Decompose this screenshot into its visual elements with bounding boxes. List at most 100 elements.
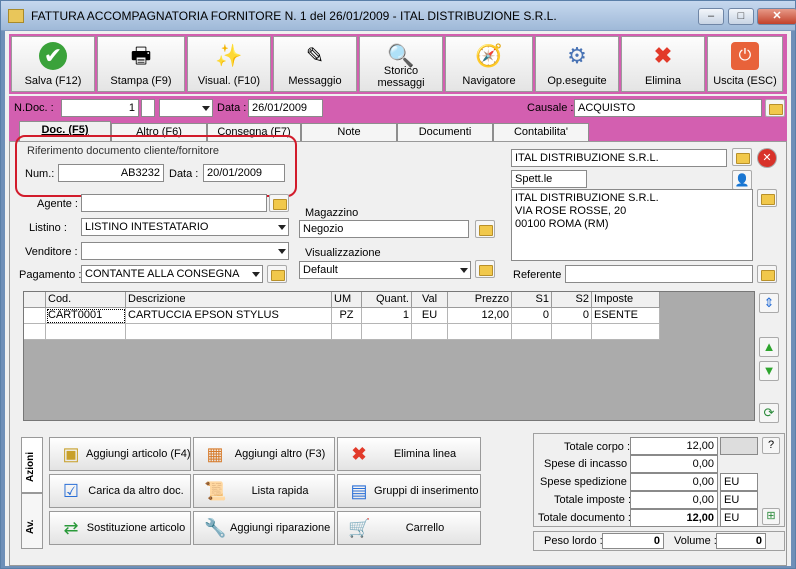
tab-contabilita[interactable]: Contabilita' — [493, 123, 589, 141]
cell-empty[interactable] — [46, 324, 126, 340]
cell-empty[interactable] — [552, 324, 592, 340]
maximize-button[interactable]: □ — [728, 8, 754, 25]
preview-button[interactable]: ✨ Visual. (F10) — [187, 36, 271, 92]
delete-line-button[interactable]: ✖ Elimina linea — [337, 437, 481, 471]
power-icon: ⏻ — [731, 42, 759, 70]
visualizzazione-dropdown[interactable]: Default — [299, 261, 471, 279]
listino-label: Listino : — [29, 222, 67, 234]
venditore-label: Venditore : — [25, 246, 78, 258]
exit-button[interactable]: ⏻ Uscita (ESC) — [707, 36, 783, 92]
referente-folder-icon[interactable] — [757, 265, 777, 283]
date-field[interactable]: 26/01/2009 — [248, 99, 323, 117]
cell-imposte[interactable]: ESENTE — [592, 308, 660, 324]
minimize-button[interactable]: – — [698, 8, 724, 25]
magazzino-folder-icon[interactable] — [475, 220, 495, 238]
cell-empty[interactable] — [592, 324, 660, 340]
riferimento-title: Riferimento documento cliente/fornitore — [27, 145, 219, 157]
col-header-s2[interactable]: S2 — [552, 292, 592, 308]
cell-s2[interactable]: 0 — [552, 308, 592, 324]
visualizzazione-folder-icon[interactable] — [475, 260, 495, 278]
ref-date-field[interactable]: 20/01/2009 — [203, 164, 285, 182]
totale-imposte-field: 0,00 — [630, 491, 718, 509]
listino-dropdown[interactable]: LISTINO INTESTATARIO — [81, 218, 289, 236]
ndoc-suffix-field[interactable] — [141, 99, 155, 117]
close-window-button[interactable]: ✕ — [757, 8, 796, 25]
referente-field[interactable] — [565, 265, 753, 283]
col-header-descrizione[interactable]: Descrizione — [126, 292, 332, 308]
tab-documenti[interactable]: Documenti — [397, 123, 493, 141]
address-folder-icon[interactable] — [757, 189, 777, 207]
cell-empty[interactable] — [126, 324, 332, 340]
operations-button[interactable]: ⚙ Op.eseguite — [535, 36, 619, 92]
ref-num-field[interactable]: AB3232 — [58, 164, 164, 182]
quick-list-button[interactable]: 📜 Lista rapida — [193, 474, 335, 508]
move-up-icon[interactable]: ▲ — [759, 337, 779, 357]
delete-button[interactable]: ✖ Elimina — [621, 36, 705, 92]
checkmark-icon: ✔ — [39, 42, 67, 70]
peso-lordo-field[interactable]: 0 — [602, 533, 664, 549]
col-header-s1[interactable]: S1 — [512, 292, 552, 308]
tab-av[interactable]: Av. — [21, 493, 43, 549]
cliente-folder-icon[interactable] — [732, 148, 752, 166]
cell-quant[interactable]: 1 — [362, 308, 412, 324]
refresh-icon[interactable]: ⟳ — [759, 403, 779, 423]
agente-folder-icon[interactable] — [269, 194, 289, 212]
boxes-icon: ▤ — [350, 481, 368, 501]
cell-s1[interactable]: 0 — [512, 308, 552, 324]
grid-add-icon: ▦ — [206, 444, 224, 464]
col-header-um[interactable]: UM — [332, 292, 362, 308]
cliente-address: ITAL DISTRIBUZIONE S.R.L. VIA ROSE ROSSE… — [511, 189, 753, 261]
load-from-doc-button[interactable]: ☑ Carica da altro doc. — [49, 474, 191, 508]
pagamento-folder-icon[interactable] — [267, 265, 287, 283]
cell-empty[interactable] — [448, 324, 512, 340]
ndoc-field[interactable]: 1 — [61, 99, 139, 117]
row-selector[interactable] — [24, 324, 46, 340]
move-down-icon[interactable]: ▼ — [759, 361, 779, 381]
cell-empty[interactable] — [362, 324, 412, 340]
spese-spedizione-field[interactable]: 0,00 — [630, 473, 718, 491]
cell-prezzo[interactable]: 12,00 — [448, 308, 512, 324]
spese-incasso-field[interactable]: 0,00 — [630, 455, 718, 473]
row-selector[interactable] — [24, 308, 46, 324]
pagamento-dropdown[interactable]: CONTANTE ALLA CONSEGNA — [81, 265, 263, 283]
message-button[interactable]: ✎ Messaggio — [273, 36, 357, 92]
col-header-imposte[interactable]: Imposte — [592, 292, 660, 308]
add-other-button[interactable]: ▦ Aggiungi altro (F3) — [193, 437, 335, 471]
cell-val[interactable]: EU — [412, 308, 448, 324]
col-header-val[interactable]: Val — [412, 292, 448, 308]
cell-cod[interactable]: CART0001 — [46, 308, 126, 324]
ndoc-series-dropdown[interactable] — [159, 99, 213, 117]
spett-field[interactable]: Spett.le — [511, 170, 587, 188]
venditore-dropdown[interactable] — [81, 242, 289, 260]
tab-note[interactable]: Note — [301, 123, 397, 141]
cell-empty[interactable] — [412, 324, 448, 340]
print-button[interactable]: 🖶 Stampa (F9) — [97, 36, 185, 92]
insert-groups-button[interactable]: ▤ Gruppi di inserimento — [337, 474, 481, 508]
magazzino-field[interactable]: Negozio — [299, 220, 469, 238]
sort-updown-icon[interactable]: ⇕ — [759, 293, 779, 313]
clear-cliente-icon[interactable]: ✕ — [757, 148, 777, 168]
save-button[interactable]: ✔ Salva (F12) — [11, 36, 95, 92]
col-header-cod[interactable]: Cod. — [46, 292, 126, 308]
causale-folder-icon[interactable] — [765, 99, 785, 117]
causale-field[interactable]: ACQUISTO — [574, 99, 762, 117]
navigator-button[interactable]: 🧭 Navigatore — [445, 36, 533, 92]
help-button[interactable]: ? — [762, 437, 780, 454]
message-history-button[interactable]: 🔍 Storico messaggi — [359, 36, 443, 92]
replace-article-button[interactable]: ⇄ Sostituzione articolo — [49, 511, 191, 545]
cliente-name-field[interactable]: ITAL DISTRIBUZIONE S.R.L. — [511, 149, 727, 167]
col-header-quant[interactable]: Quant. — [362, 292, 412, 308]
add-repair-button[interactable]: 🔧 Aggiungi riparazione — [193, 511, 335, 545]
col-header-prezzo[interactable]: Prezzo — [448, 292, 512, 308]
agente-field[interactable] — [81, 194, 267, 212]
cell-empty[interactable] — [332, 324, 362, 340]
cell-empty[interactable] — [512, 324, 552, 340]
cart-button[interactable]: 🛒 Carrello — [337, 511, 481, 545]
calculator-icon[interactable]: ⊞ — [762, 508, 780, 525]
tab-azioni[interactable]: Azioni — [21, 437, 43, 493]
add-article-button[interactable]: ▣ Aggiungi articolo (F4) — [49, 437, 191, 471]
cell-um[interactable]: PZ — [332, 308, 362, 324]
person-icon[interactable]: 👤 — [732, 170, 752, 190]
cell-descrizione[interactable]: CARTUCCIA EPSON STYLUS — [126, 308, 332, 324]
volume-field[interactable]: 0 — [716, 533, 766, 549]
